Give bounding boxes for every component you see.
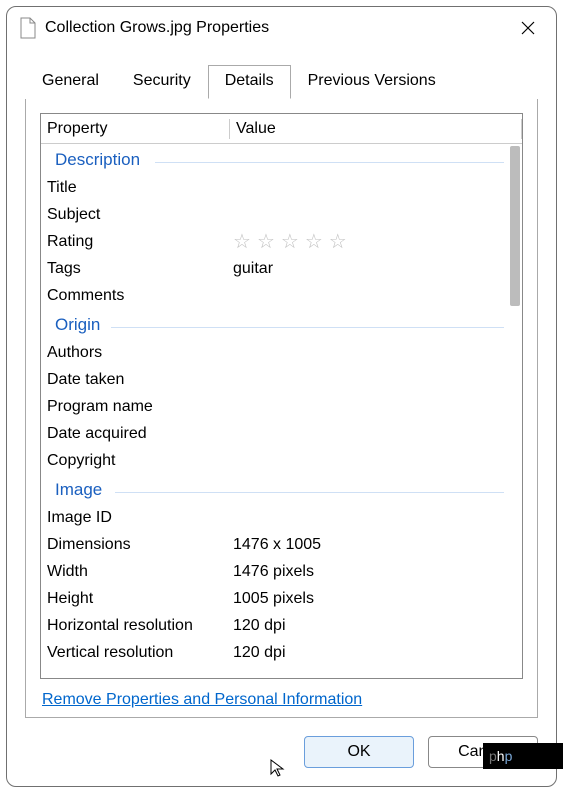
row-title[interactable]: Title: [45, 174, 508, 201]
row-comments[interactable]: Comments: [45, 282, 508, 309]
window-title: Collection Grows.jpg Properties: [45, 19, 512, 37]
column-separator[interactable]: [521, 119, 522, 139]
prop-value: 120 dpi: [233, 644, 508, 662]
section-divider: [111, 327, 504, 328]
prop-name: Date taken: [47, 371, 233, 389]
close-button[interactable]: [512, 12, 544, 44]
section-label: Description: [55, 150, 140, 169]
row-tags[interactable]: Tags guitar: [45, 255, 508, 282]
rating-stars[interactable]: ☆ ☆ ☆ ☆ ☆: [233, 232, 508, 252]
column-header-value[interactable]: Value: [230, 120, 521, 138]
row-rating[interactable]: Rating ☆ ☆ ☆ ☆ ☆: [45, 228, 508, 255]
file-icon: [19, 17, 37, 39]
grid-body: Description Title Subject Rating: [41, 144, 508, 678]
prop-name: Width: [47, 563, 233, 581]
cursor-icon: [269, 758, 289, 778]
watermark: php: [483, 743, 563, 769]
button-row: OK Cancel: [7, 718, 556, 786]
close-icon: [521, 21, 535, 35]
remove-properties-link[interactable]: Remove Properties and Personal Informati…: [40, 679, 523, 709]
tab-details[interactable]: Details: [208, 65, 291, 99]
star-icon[interactable]: ☆: [281, 232, 299, 252]
ok-button[interactable]: OK: [304, 736, 414, 768]
section-description: Description: [45, 144, 508, 174]
prop-name: Copyright: [47, 452, 233, 470]
row-date-taken[interactable]: Date taken: [45, 366, 508, 393]
prop-name: Vertical resolution: [47, 644, 233, 662]
row-copyright[interactable]: Copyright: [45, 447, 508, 474]
scrollbar-thumb[interactable]: [510, 146, 520, 306]
prop-name: Dimensions: [47, 536, 233, 554]
row-program-name[interactable]: Program name: [45, 393, 508, 420]
prop-name: Tags: [47, 260, 233, 278]
prop-name: Comments: [47, 287, 233, 305]
row-date-acquired[interactable]: Date acquired: [45, 420, 508, 447]
title-bar: Collection Grows.jpg Properties: [7, 7, 556, 47]
tab-general[interactable]: General: [25, 65, 116, 99]
tab-strip: General Security Details Previous Versio…: [7, 47, 556, 99]
properties-grid: Property Value Description Title: [40, 113, 523, 679]
prop-name: Authors: [47, 344, 233, 362]
prop-name: Height: [47, 590, 233, 608]
star-icon[interactable]: ☆: [305, 232, 323, 252]
row-dimensions[interactable]: Dimensions 1476 x 1005: [45, 531, 508, 558]
grid-header: Property Value: [41, 114, 522, 144]
star-icon[interactable]: ☆: [233, 232, 251, 252]
section-divider: [155, 162, 504, 163]
section-label: Image: [55, 480, 102, 499]
star-icon[interactable]: ☆: [329, 232, 347, 252]
tab-previous-versions[interactable]: Previous Versions: [291, 65, 453, 99]
row-vertical-resolution[interactable]: Vertical resolution 120 dpi: [45, 639, 508, 666]
prop-value: guitar: [233, 260, 508, 278]
section-origin: Origin: [45, 309, 508, 339]
prop-name: Rating: [47, 233, 233, 251]
prop-name: Image ID: [47, 509, 233, 527]
column-header-property[interactable]: Property: [41, 120, 229, 138]
row-authors[interactable]: Authors: [45, 339, 508, 366]
prop-value: 1476 x 1005: [233, 536, 508, 554]
row-subject[interactable]: Subject: [45, 201, 508, 228]
row-height[interactable]: Height 1005 pixels: [45, 585, 508, 612]
section-image: Image: [45, 474, 508, 504]
prop-name: Subject: [47, 206, 233, 224]
prop-name: Date acquired: [47, 425, 233, 443]
prop-name: Program name: [47, 398, 233, 416]
properties-dialog: Collection Grows.jpg Properties General …: [6, 6, 557, 787]
row-horizontal-resolution[interactable]: Horizontal resolution 120 dpi: [45, 612, 508, 639]
row-image-id[interactable]: Image ID: [45, 504, 508, 531]
section-label: Origin: [55, 315, 100, 334]
section-divider: [115, 492, 504, 493]
prop-value: 1005 pixels: [233, 590, 508, 608]
tab-body: Property Value Description Title: [25, 99, 538, 718]
star-icon[interactable]: ☆: [257, 232, 275, 252]
prop-name: Title: [47, 179, 233, 197]
prop-value: 120 dpi: [233, 617, 508, 635]
prop-value: 1476 pixels: [233, 563, 508, 581]
row-width[interactable]: Width 1476 pixels: [45, 558, 508, 585]
tab-security[interactable]: Security: [116, 65, 208, 99]
prop-name: Horizontal resolution: [47, 617, 233, 635]
